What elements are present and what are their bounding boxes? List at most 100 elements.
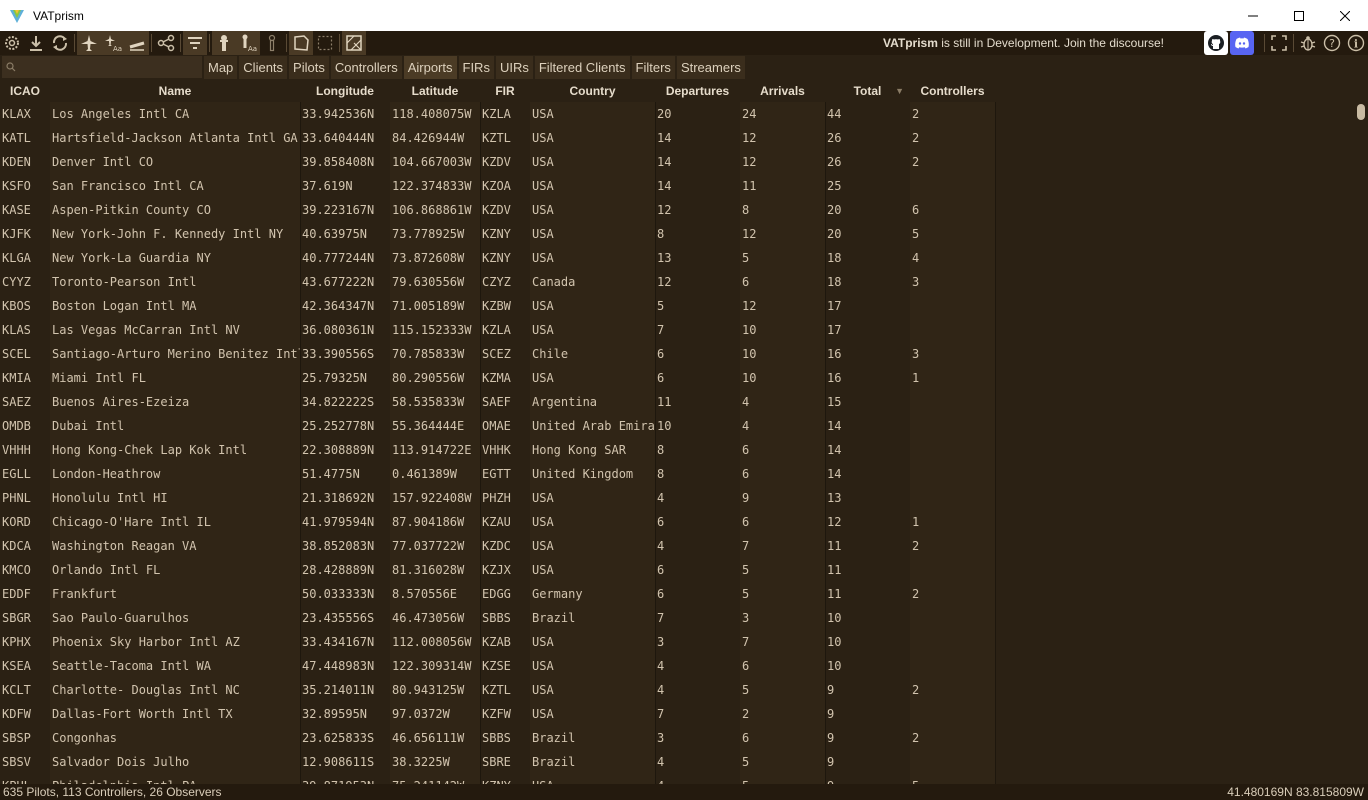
table-row[interactable]: KDCA Washington Reagan VA 38.852083N 77.037… bbox=[0, 534, 1368, 558]
column-header-icao[interactable]: ICAO bbox=[0, 80, 50, 102]
minimize-button[interactable] bbox=[1230, 0, 1276, 31]
tab-firs[interactable]: FIRs bbox=[458, 56, 494, 79]
table-row[interactable]: KPHX Phoenix Sky Harbor Intl AZ 33.434167N… bbox=[0, 630, 1368, 654]
close-button[interactable] bbox=[1322, 0, 1368, 31]
show-uirs-toggle[interactable] bbox=[313, 31, 337, 55]
table-row[interactable]: KSFO San Francisco Intl CA 37.619N 122.3748… bbox=[0, 174, 1368, 198]
column-header-latitude[interactable]: Latitude bbox=[390, 80, 480, 102]
refresh-button[interactable] bbox=[48, 31, 72, 55]
table-row[interactable]: KLGA New York-La Guardia NY 40.777244N 73.8… bbox=[0, 246, 1368, 270]
table-row[interactable]: VHHH Hong Kong-Chek Lap Kok Intl 22.308889… bbox=[0, 438, 1368, 462]
cell-latitude: 87.904186W bbox=[392, 515, 465, 529]
info-button[interactable]: i bbox=[1344, 31, 1368, 55]
table-row[interactable]: KLAX Los Angeles Intl CA 33.942536N 118.408… bbox=[0, 102, 1368, 126]
share-button[interactable] bbox=[154, 31, 178, 55]
show-controllers-toggle[interactable] bbox=[212, 31, 236, 55]
cell-longitude: 36.080361N bbox=[302, 323, 375, 337]
cell-total: 20 bbox=[827, 203, 842, 217]
tab-controllers[interactable]: Controllers bbox=[330, 56, 402, 79]
cell-longitude: 37.619N bbox=[302, 179, 353, 193]
cell-latitude: 75.241142W bbox=[390, 774, 480, 784]
cell-country: Brazil bbox=[532, 731, 576, 745]
scrollbar-thumb[interactable] bbox=[1357, 104, 1365, 120]
tab-streamers[interactable]: Streamers bbox=[676, 56, 745, 79]
table-row[interactable]: CYYZ Toronto-Pearson Intl 43.677222N 79.630… bbox=[0, 270, 1368, 294]
help-button[interactable]: ? bbox=[1320, 31, 1344, 55]
cell-departures: 12 bbox=[657, 203, 672, 217]
column-header-country[interactable]: Country bbox=[530, 80, 655, 102]
column-header-fir[interactable]: FIR bbox=[480, 80, 530, 102]
cell-departures: 14 bbox=[657, 179, 672, 193]
table-row[interactable]: SCEL Santiago-Arturo Merino Benitez Intl 3… bbox=[0, 342, 1368, 366]
cell-latitude: 84.426944W bbox=[392, 131, 465, 145]
bug-report-button[interactable] bbox=[1296, 31, 1320, 55]
column-header-departures[interactable]: Departures bbox=[655, 80, 740, 102]
column-header-total[interactable]: Total ▼ bbox=[825, 80, 910, 102]
runways-toggle[interactable] bbox=[125, 31, 149, 55]
table-row[interactable]: KDFW Dallas-Fort Worth Intl TX 32.89595N 97… bbox=[0, 702, 1368, 726]
column-header-controllers[interactable]: Controllers bbox=[910, 80, 995, 102]
table-row[interactable]: KORD Chicago-O'Hare Intl IL 41.979594N 87.9… bbox=[0, 510, 1368, 534]
download-button[interactable] bbox=[24, 31, 48, 55]
table-row[interactable]: KJFK New York-John F. Kennedy Intl NY 40.6… bbox=[0, 222, 1368, 246]
table-row[interactable]: SAEZ Buenos Aires-Ezeiza 34.822222S 58.5358… bbox=[0, 390, 1368, 414]
tab-filtered-clients[interactable]: Filtered Clients bbox=[534, 56, 630, 79]
show-firs-toggle[interactable] bbox=[289, 31, 313, 55]
tab-map[interactable]: Map bbox=[204, 56, 238, 79]
cell-controllers bbox=[910, 438, 995, 462]
cell-name: Dallas-Fort Worth Intl TX bbox=[52, 707, 233, 721]
cell-total: 10 bbox=[827, 659, 842, 673]
column-header-label: Arrivals bbox=[760, 84, 805, 98]
cell-departures: 8 bbox=[657, 443, 665, 457]
cell-icao: EGLL bbox=[2, 467, 31, 481]
inactive-controllers-toggle[interactable] bbox=[260, 31, 284, 55]
column-header-arrivals[interactable]: Arrivals bbox=[740, 80, 825, 102]
table-row[interactable]: KMCO Orlando Intl FL 28.428889N 81.316028W K… bbox=[0, 558, 1368, 582]
table-row[interactable]: KATL Hartsfield-Jackson Atlanta Intl GA 33… bbox=[0, 126, 1368, 150]
table-row[interactable]: PHNL Honolulu Intl HI 21.318692N 157.922408… bbox=[0, 486, 1368, 510]
cell-arrivals: 5 bbox=[742, 755, 750, 769]
table-row[interactable]: KASE Aspen-Pitkin County CO 39.223167N 106.… bbox=[0, 198, 1368, 222]
table-row[interactable]: EDDF Frankfurt 50.033333N 8.570556E EDGG Germ… bbox=[0, 582, 1368, 606]
table-row[interactable]: KBOS Boston Logan Intl MA 42.364347N 71.005… bbox=[0, 294, 1368, 318]
controller-labels-toggle[interactable]: Aa bbox=[236, 31, 260, 55]
cell-longitude: 40.63975N bbox=[302, 227, 368, 241]
vertical-scrollbar[interactable] bbox=[1356, 102, 1366, 782]
search-input[interactable] bbox=[20, 60, 190, 74]
tab-clients[interactable]: Clients bbox=[239, 56, 288, 79]
settings-button[interactable] bbox=[0, 31, 24, 55]
table-row[interactable]: KPHLPhiladelphia Intl PA39.871953N75.241… bbox=[0, 774, 1368, 784]
table-row[interactable]: KDEN Denver Intl CO 39.858408N 104.667003W K… bbox=[0, 150, 1368, 174]
table-row[interactable]: SBSP Congonhas 23.625833S 46.656111W SBBS Bra… bbox=[0, 726, 1368, 750]
table-row[interactable]: OMDB Dubai Intl 25.252778N 55.364444E OMAE Un… bbox=[0, 414, 1368, 438]
table-row[interactable]: KMIA Miami Intl FL 25.79325N 80.290556W KZMA… bbox=[0, 366, 1368, 390]
table-row[interactable]: KLAS Las Vegas McCarran Intl NV 36.080361N… bbox=[0, 318, 1368, 342]
tab-pilots[interactable]: Pilots bbox=[289, 56, 329, 79]
cell-country: USA bbox=[532, 683, 554, 697]
cell-fir: SCEZ bbox=[482, 347, 511, 361]
table-row[interactable]: EGLL London-Heathrow 51.4775N 0.461389W EGTT… bbox=[0, 462, 1368, 486]
cell-departures: 10 bbox=[657, 419, 672, 433]
tab-uirs[interactable]: UIRs bbox=[495, 56, 533, 79]
maximize-button[interactable] bbox=[1276, 0, 1322, 31]
filter-list-button[interactable] bbox=[183, 31, 207, 55]
cell-longitude: 28.428889N bbox=[302, 563, 375, 577]
table-row[interactable]: KSEA Seattle-Tacoma Intl WA 47.448983N 122.… bbox=[0, 654, 1368, 678]
column-header-name[interactable]: Name bbox=[50, 80, 300, 102]
github-button[interactable] bbox=[1204, 31, 1228, 55]
table-row[interactable]: SBGR Sao Paulo-Guarulhos 23.435556S 46.4730… bbox=[0, 606, 1368, 630]
pilot-labels-toggle[interactable]: Aa bbox=[101, 31, 125, 55]
fullscreen-button[interactable] bbox=[1267, 31, 1291, 55]
column-header-longitude[interactable]: Longitude bbox=[300, 80, 390, 102]
tab-airports[interactable]: Airports bbox=[403, 56, 457, 79]
table-row[interactable]: KCLT Charlotte- Douglas Intl NC 35.214011N… bbox=[0, 678, 1368, 702]
show-pilots-toggle[interactable] bbox=[77, 31, 101, 55]
cell-departures: 4 bbox=[657, 755, 665, 769]
discord-button[interactable] bbox=[1230, 31, 1254, 55]
tab-filters[interactable]: Filters bbox=[631, 56, 675, 79]
table-row[interactable]: SBSV Salvador Dois Julho 12.908611S 38.3225… bbox=[0, 750, 1368, 774]
plane-label-icon: Aa bbox=[105, 35, 122, 52]
cell-fir: KZDV bbox=[482, 203, 511, 217]
cell-fir: KZDC bbox=[482, 539, 511, 553]
map-layer-button[interactable] bbox=[342, 31, 366, 55]
